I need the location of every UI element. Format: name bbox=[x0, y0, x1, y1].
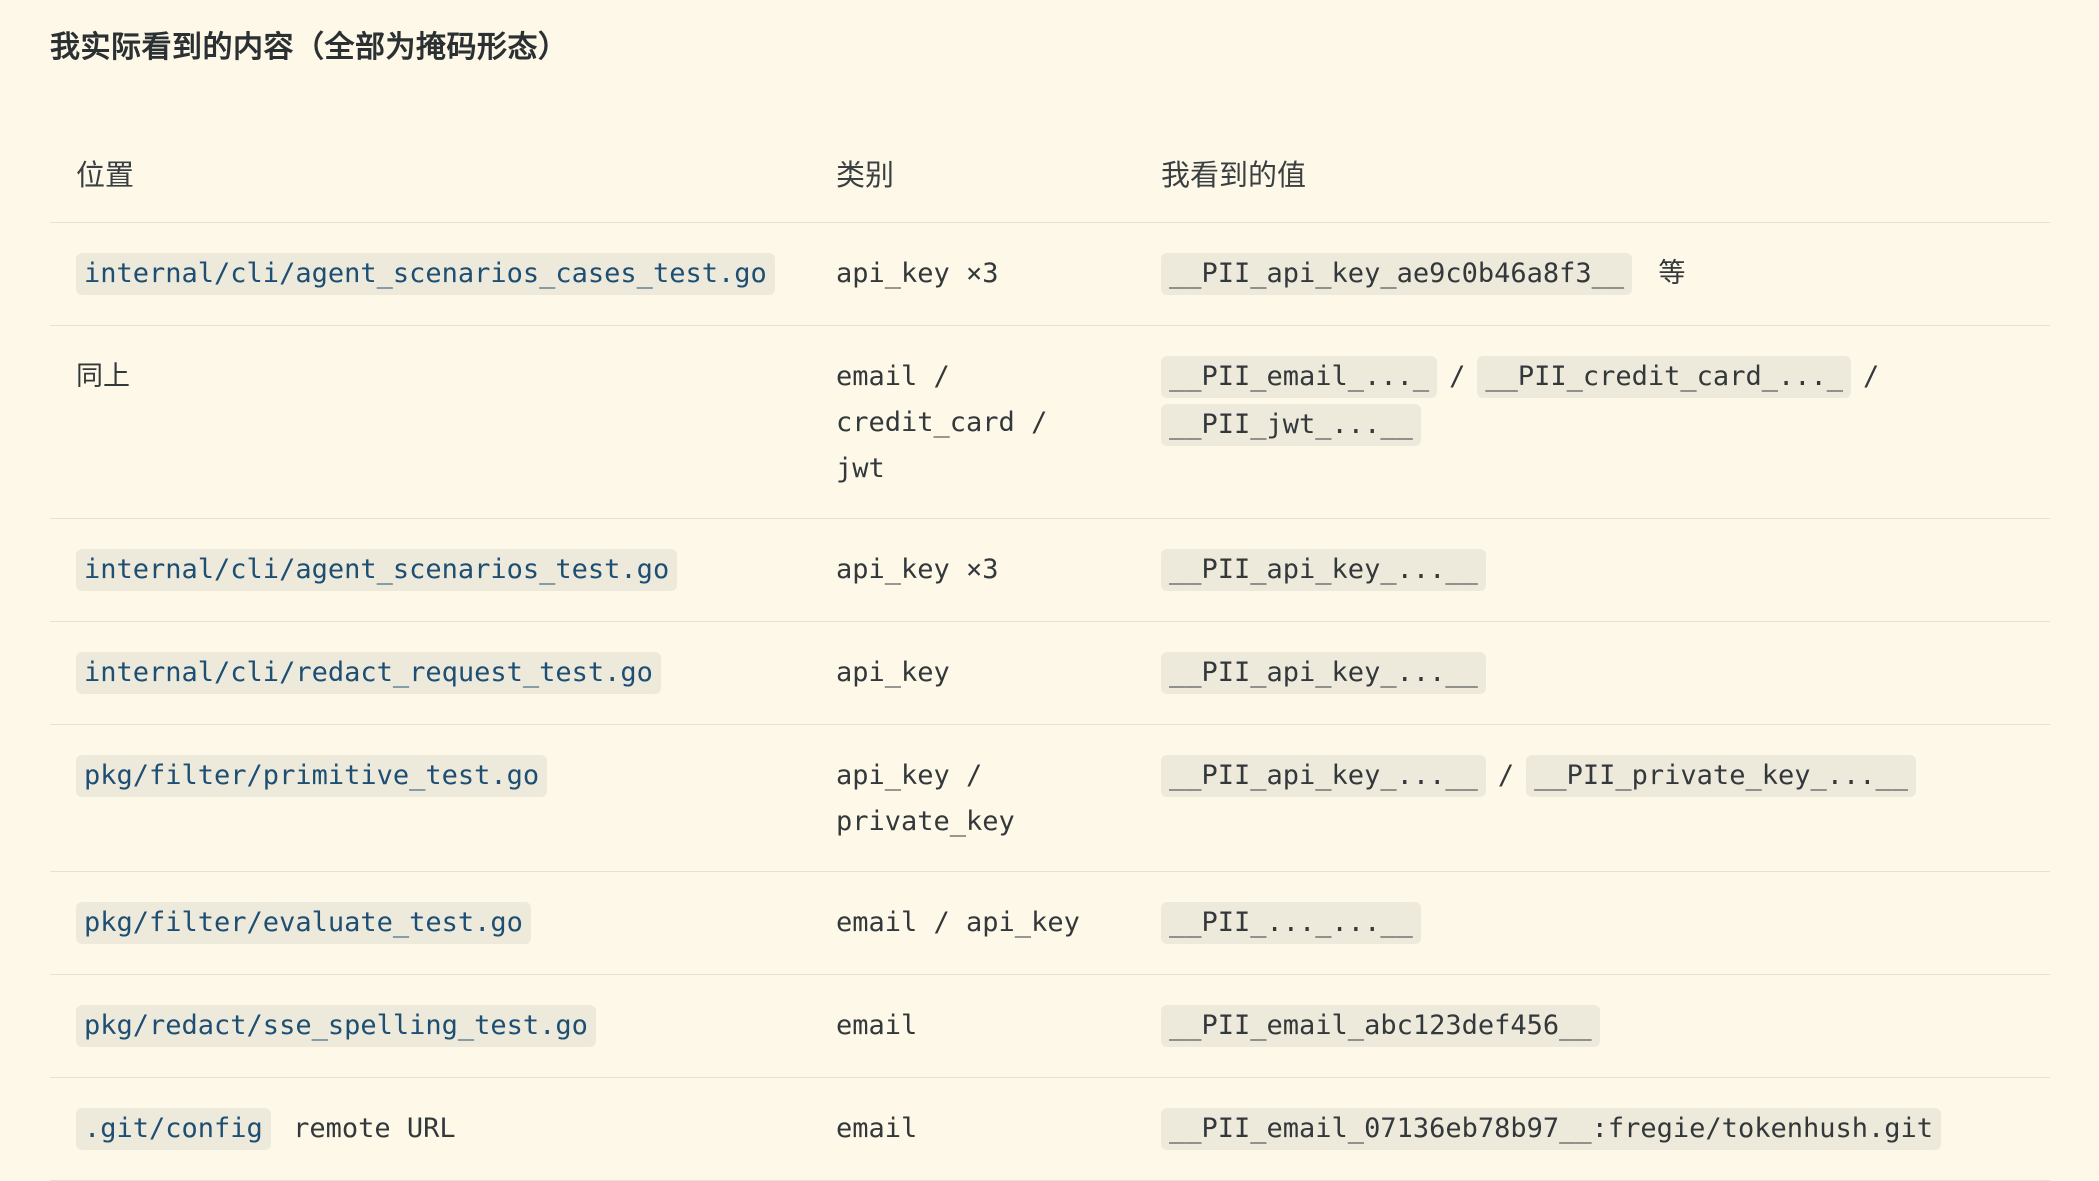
category-text: email bbox=[836, 1010, 918, 1041]
location-suffix: remote URL bbox=[293, 1113, 456, 1144]
cell-category: email bbox=[810, 974, 1135, 1078]
value-separator: / bbox=[1449, 361, 1466, 392]
cell-value: __PII_api_key_...__ / __PII_private_key_..… bbox=[1135, 724, 2050, 872]
table-row: 同上 email / credit_card / jwt __PII_email… bbox=[50, 325, 2050, 519]
cell-location: 同上 bbox=[50, 325, 810, 519]
masked-value: __PII_credit_card_..._ bbox=[1477, 356, 1851, 398]
cell-value: __PII_api_key_...__ bbox=[1135, 518, 2050, 622]
file-path-code: pkg/filter/evaluate_test.go bbox=[76, 902, 531, 944]
cell-location: pkg/filter/primitive_test.go bbox=[50, 724, 810, 872]
section-title: 我实际看到的内容（全部为掩码形态） bbox=[50, 30, 569, 65]
category-text: api_key bbox=[836, 657, 950, 688]
masked-value: __PII_api_key_...__ bbox=[1161, 549, 1486, 591]
category-text: email / api_key bbox=[836, 907, 1080, 938]
category-text: api_key ×3 bbox=[836, 554, 999, 585]
cell-value: __PII_..._...__ bbox=[1135, 871, 2050, 975]
table-row: pkg/filter/evaluate_test.go email / api_… bbox=[50, 871, 2050, 975]
masked-content-table: 位置 类别 我看到的值 internal/cli/agent_scenarios… bbox=[50, 124, 2050, 1181]
masked-value: __PII_email_abc123def456__ bbox=[1161, 1005, 1600, 1047]
masked-value: __PII_api_key_...__ bbox=[1161, 652, 1486, 694]
table-row: internal/cli/agent_scenarios_test.go api… bbox=[50, 518, 2050, 622]
location-text: 同上 bbox=[76, 361, 130, 392]
masked-value: __PII_api_key_...__ bbox=[1161, 755, 1486, 797]
cell-location: .git/config remote URL bbox=[50, 1077, 810, 1181]
document-page: 我实际看到的内容（全部为掩码形态） 位置 类别 我看到的值 internal/c… bbox=[0, 0, 2099, 1181]
file-path-code: internal/cli/redact_request_test.go bbox=[76, 652, 661, 694]
masked-value: __PII_email_07136eb78b97__:fregie/tokenh… bbox=[1161, 1108, 1942, 1150]
column-header-value: 我看到的值 bbox=[1135, 124, 2050, 223]
cell-location: internal/cli/agent_scenarios_test.go bbox=[50, 518, 810, 622]
cell-location: internal/cli/redact_request_test.go bbox=[50, 621, 810, 725]
cell-location: pkg/filter/evaluate_test.go bbox=[50, 871, 810, 975]
masked-value: __PII_..._...__ bbox=[1161, 902, 1421, 944]
category-text: api_key ×3 bbox=[836, 258, 999, 289]
masked-value: __PII_api_key_ae9c0b46a8f3__ bbox=[1161, 253, 1633, 295]
masked-value: __PII_email_..._ bbox=[1161, 356, 1438, 398]
file-path-code: .git/config bbox=[76, 1108, 271, 1150]
masked-value: __PII_private_key_...__ bbox=[1526, 755, 1916, 797]
cell-value: __PII_email_abc123def456__ bbox=[1135, 974, 2050, 1078]
file-path-code: pkg/redact/sse_spelling_test.go bbox=[76, 1005, 596, 1047]
cell-category: email / api_key bbox=[810, 871, 1135, 975]
cell-category: api_key ×3 bbox=[810, 518, 1135, 622]
table-row: .git/config remote URL email __PII_email… bbox=[50, 1077, 2050, 1181]
category-text: private_key bbox=[836, 806, 1015, 837]
table-header-row: 位置 类别 我看到的值 bbox=[50, 124, 2050, 223]
cell-category: api_key ×3 bbox=[810, 222, 1135, 326]
table-row: internal/cli/redact_request_test.go api_… bbox=[50, 621, 2050, 725]
cell-category: email / credit_card / jwt bbox=[810, 325, 1135, 519]
column-header-location: 位置 bbox=[50, 124, 810, 223]
cell-value: __PII_api_key_...__ bbox=[1135, 621, 2050, 725]
cell-category: api_key bbox=[810, 621, 1135, 725]
cell-category: api_key / private_key bbox=[810, 724, 1135, 872]
value-suffix: 等 bbox=[1658, 258, 1686, 289]
file-path-code: pkg/filter/primitive_test.go bbox=[76, 755, 548, 797]
table-row: pkg/redact/sse_spelling_test.go email __… bbox=[50, 974, 2050, 1078]
category-text: api_key / bbox=[836, 760, 983, 791]
file-path-code: internal/cli/agent_scenarios_test.go bbox=[76, 549, 678, 591]
cell-location: pkg/redact/sse_spelling_test.go bbox=[50, 974, 810, 1078]
cell-location: internal/cli/agent_scenarios_cases_test.… bbox=[50, 222, 810, 326]
cell-value: __PII_email_07136eb78b97__:fregie/tokenh… bbox=[1135, 1077, 2050, 1181]
category-text: email bbox=[836, 1113, 918, 1144]
cell-value: __PII_api_key_ae9c0b46a8f3__ 等 bbox=[1135, 222, 2050, 326]
masked-value: __PII_jwt_...__ bbox=[1161, 404, 1421, 446]
table-row: internal/cli/agent_scenarios_cases_test.… bbox=[50, 222, 2050, 326]
column-header-category: 类别 bbox=[810, 124, 1135, 223]
category-text: email / bbox=[836, 361, 950, 392]
cell-category: email bbox=[810, 1077, 1135, 1181]
value-separator: / bbox=[1862, 361, 1880, 392]
cell-value: __PII_email_..._ / __PII_credit_card_..._ /… bbox=[1135, 325, 2050, 519]
category-text: credit_card / jwt bbox=[836, 407, 1048, 484]
table-row: pkg/filter/primitive_test.go api_key / p… bbox=[50, 724, 2050, 872]
file-path-code: internal/cli/agent_scenarios_cases_test.… bbox=[76, 253, 775, 295]
value-separator: / bbox=[1497, 760, 1515, 791]
